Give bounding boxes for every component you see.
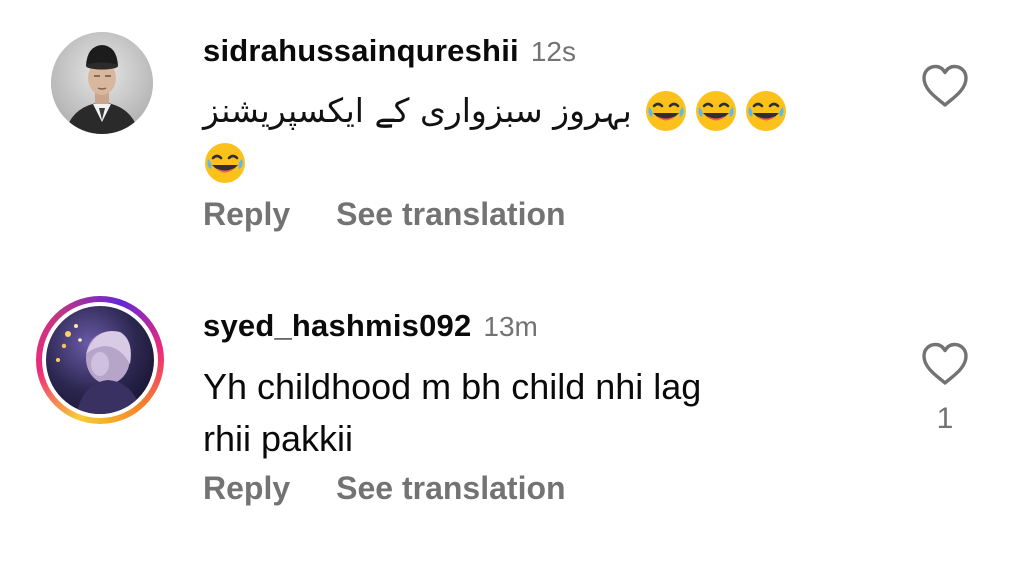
like-button[interactable] [921, 64, 969, 108]
comment-actions: Reply See translation [203, 470, 566, 507]
username[interactable]: sidrahussainqureshii [203, 33, 519, 69]
heart-outline-icon [922, 342, 968, 385]
laughing-emoji-icon [744, 89, 788, 133]
comment-header: syed_hashmis092 13m [203, 308, 538, 344]
comment-item: syed_hashmis092 13m Yh childhood m bh ch… [0, 270, 1024, 561]
comment-text: بہروز سبزواری کے ایکسپریشنز [203, 85, 803, 189]
avatar[interactable] [36, 296, 164, 424]
like-button[interactable] [921, 342, 969, 386]
laughing-emoji-icon [203, 141, 247, 185]
comment-text-line: Yh childhood m bh child nhi lag [203, 366, 702, 407]
comment-text-urdu: بہروز سبزواری کے ایکسپریشنز [203, 91, 632, 130]
timestamp: 13m [483, 311, 538, 342]
username[interactable]: syed_hashmis092 [203, 308, 471, 344]
comment-actions: Reply See translation [203, 196, 566, 233]
reply-button[interactable]: Reply [203, 470, 290, 507]
comment-text-line: rhii pakkii [203, 418, 354, 459]
laughing-emoji-icon [694, 89, 738, 133]
timestamp: 12s [530, 36, 576, 67]
see-translation-button[interactable]: See translation [336, 196, 565, 233]
comment-text: Yh childhood m bh child nhi lag rhii pak… [203, 361, 843, 465]
comment-header: sidrahussainqureshii 12s [203, 33, 576, 69]
comment-item: sidrahussainqureshii 12s بہروز سبزواری ک… [0, 0, 1024, 270]
heart-outline-icon [922, 64, 968, 107]
reply-button[interactable]: Reply [203, 196, 290, 233]
see-translation-button[interactable]: See translation [336, 470, 565, 507]
laughing-emoji-icon [644, 89, 688, 133]
story-ring [36, 296, 164, 424]
like-count: 1 [936, 402, 954, 435]
avatar[interactable] [51, 32, 153, 134]
